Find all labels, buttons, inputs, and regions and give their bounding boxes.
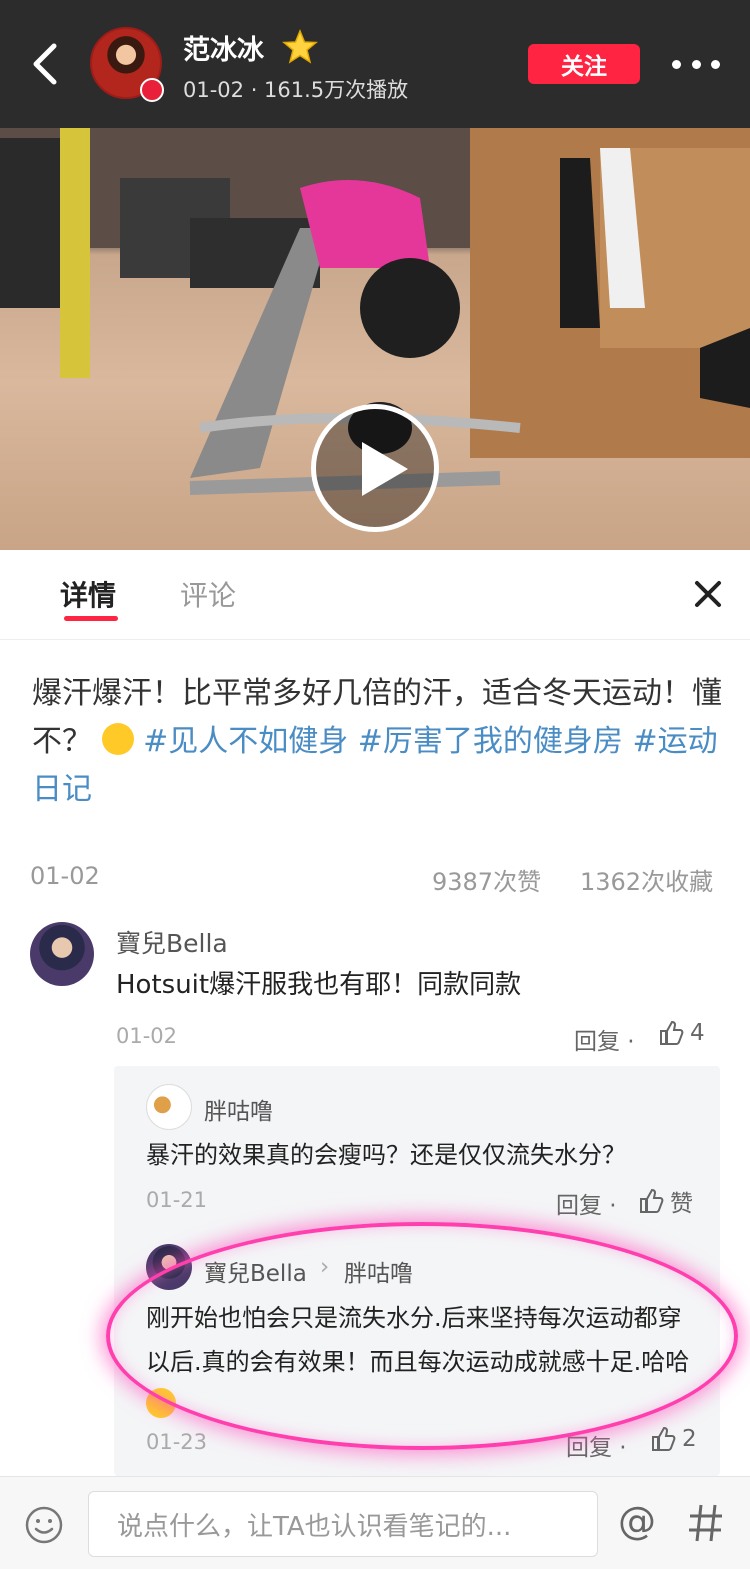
reply-date: 01-23 (146, 1430, 208, 1454)
thumb-up-icon (660, 1020, 684, 1045)
reply-text: 刚开始也怕会只是流失水分.后来坚持每次运动都穿以后.真的会有效果！而且每次运动成… (146, 1296, 696, 1428)
post-meta-line: 01-02 · 161.5万次播放 (183, 78, 409, 102)
detail-tabs: 详情 评论 (0, 550, 750, 640)
author-name[interactable]: 范冰冰 (183, 28, 264, 67)
comment-input-bar: 说点什么，让TA也认识看笔记的... @ (0, 1476, 750, 1569)
avatar[interactable] (146, 1244, 192, 1290)
verified-badge-icon (140, 78, 164, 102)
play-icon[interactable] (311, 404, 439, 532)
like-count: 4 (690, 1020, 705, 1046)
emoji-icon[interactable] (24, 1505, 64, 1545)
favorite-count: 1362次收藏 (580, 868, 714, 896)
hash-icon[interactable] (686, 1501, 726, 1545)
hashtag-link[interactable]: #厉害了我的健身房 (358, 724, 623, 759)
tab-details[interactable]: 详情 (60, 574, 116, 614)
reply-to-user[interactable]: 胖咕噜 (344, 1254, 413, 1288)
avatar[interactable] (30, 922, 94, 986)
like-count: 2 (682, 1426, 697, 1452)
tab-comments[interactable]: 评论 (180, 574, 236, 614)
comment-date: 01-02 (116, 1024, 178, 1048)
like-count: 9387次赞 (432, 868, 542, 896)
follow-button[interactable]: 关注 (528, 44, 640, 84)
smile-emoji-icon (101, 723, 134, 755)
reply-button[interactable]: 回复 · (574, 1022, 635, 1056)
reply-user[interactable]: 胖咕噜 (204, 1092, 273, 1126)
comment-text: Hotsuit爆汗服我也有耶！同款同款 (116, 970, 522, 1000)
reply-text: 暴汗的效果真的会瘦吗？还是仅仅流失水分？ (146, 1141, 626, 1169)
reply-arrow-icon: › (320, 1254, 330, 1280)
comment-user[interactable]: 寶兒Bella (116, 924, 228, 960)
like-button[interactable]: 2 (650, 1426, 697, 1452)
video-player[interactable] (0, 128, 750, 550)
back-icon[interactable] (26, 38, 66, 90)
post-body: 爆汗爆汗！比平常多好几倍的汗，适合冬天运动！懂不？ #见人不如健身 #厉害了我的… (32, 670, 722, 814)
reply-user[interactable]: 寶兒Bella (204, 1254, 307, 1288)
post-date: 01-02 (30, 862, 100, 890)
more-icon[interactable] (672, 48, 720, 80)
star-icon (282, 29, 318, 64)
hashtag-link[interactable]: #见人不如健身 (143, 724, 348, 759)
like-button[interactable]: 赞 (638, 1184, 693, 1218)
reply-date: 01-21 (146, 1188, 208, 1212)
at-icon[interactable]: @ (618, 1499, 656, 1543)
like-count: 赞 (670, 1191, 693, 1217)
reply-button[interactable]: 回复 · (556, 1186, 617, 1220)
top-bar: 范冰冰 01-02 · 161.5万次播放 关注 (0, 0, 750, 128)
comment-input[interactable]: 说点什么，让TA也认识看笔记的... (88, 1491, 598, 1557)
reply-button[interactable]: 回复 · (566, 1428, 627, 1462)
like-button[interactable]: 4 (658, 1020, 705, 1046)
active-tab-indicator (64, 616, 118, 621)
thumb-up-icon (640, 1188, 664, 1213)
reply-text-content: 刚开始也怕会只是流失水分.后来坚持每次运动都穿以后.真的会有效果！而且每次运动成… (146, 1304, 690, 1376)
avatar[interactable] (146, 1084, 192, 1130)
grin-emoji-icon (146, 1388, 176, 1418)
close-icon[interactable] (690, 576, 726, 612)
thumb-up-icon (652, 1426, 676, 1451)
